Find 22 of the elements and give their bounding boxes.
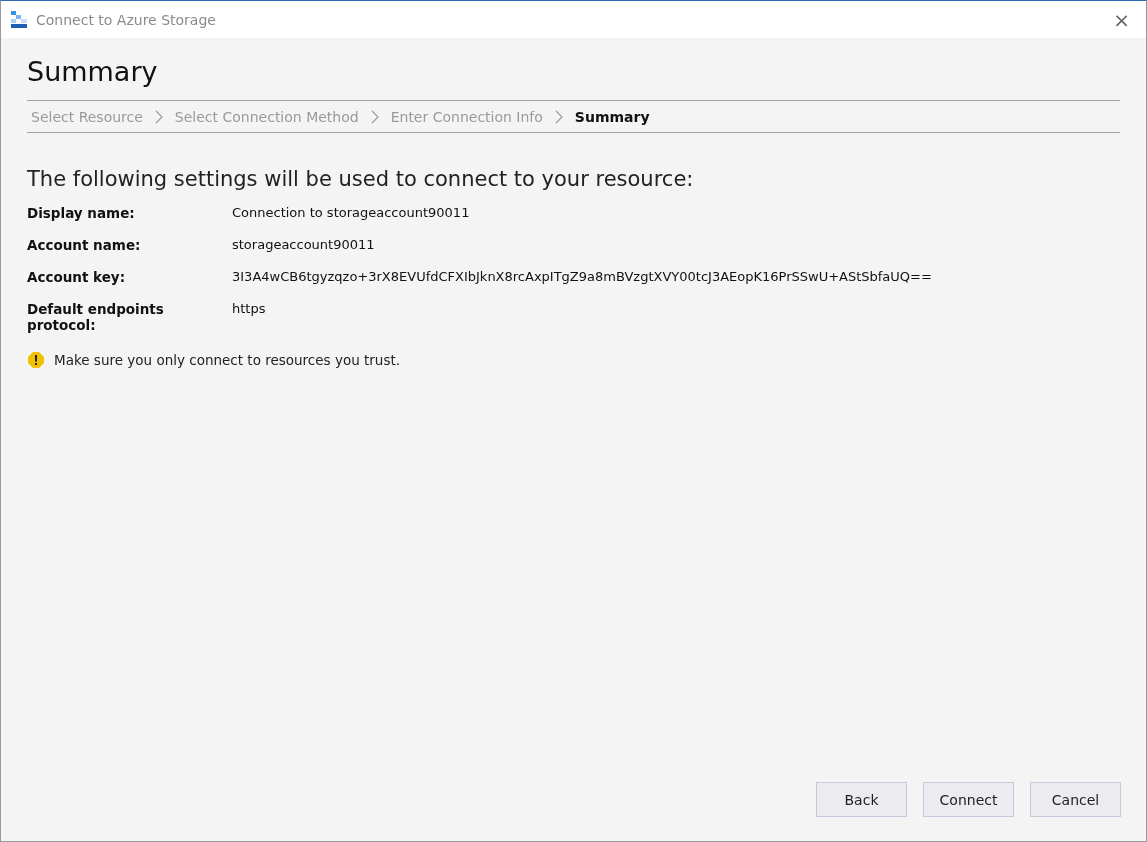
close-button[interactable]: × [1109,9,1134,30]
setting-label: Account name: [27,237,142,253]
dialog-button[interactable]: Back [816,782,907,817]
setting-value: https [232,301,266,318]
setting-label: Default endpoints protocol: [27,301,165,333]
setting-value: Connection to storageaccount90011 [232,205,470,221]
setting-value: storageaccount90011 [232,237,375,253]
setting-label: Account key: [27,269,127,285]
section-heading: The following settings will be used to connect to your resource: [27,167,695,191]
storage-app-icon [11,11,28,28]
chevron-icon [370,109,379,124]
page-title: Summary [27,56,159,87]
warning-text: Make sure you only connect to resources you trust. [54,352,401,368]
dialog-button[interactable]: Cancel [1030,782,1121,817]
warning-icon [27,351,45,369]
breadcrumb-step[interactable]: Summary [574,108,650,125]
window-title: Connect to Azure Storage [36,11,217,28]
dialog-button[interactable]: Connect [923,782,1014,817]
setting-value: 3I3A4wCB6tgyzqzo+3rX8EVUfdCFXIbJknX8rcAxpITgZ9a8mBVzgtXVY00tcJ3AEopK16PrSSwU+AStSbfaUQ== [232,269,932,285]
chevron-icon [154,109,163,124]
chevron-icon [554,109,563,124]
setting-label: Display name: [27,205,136,221]
